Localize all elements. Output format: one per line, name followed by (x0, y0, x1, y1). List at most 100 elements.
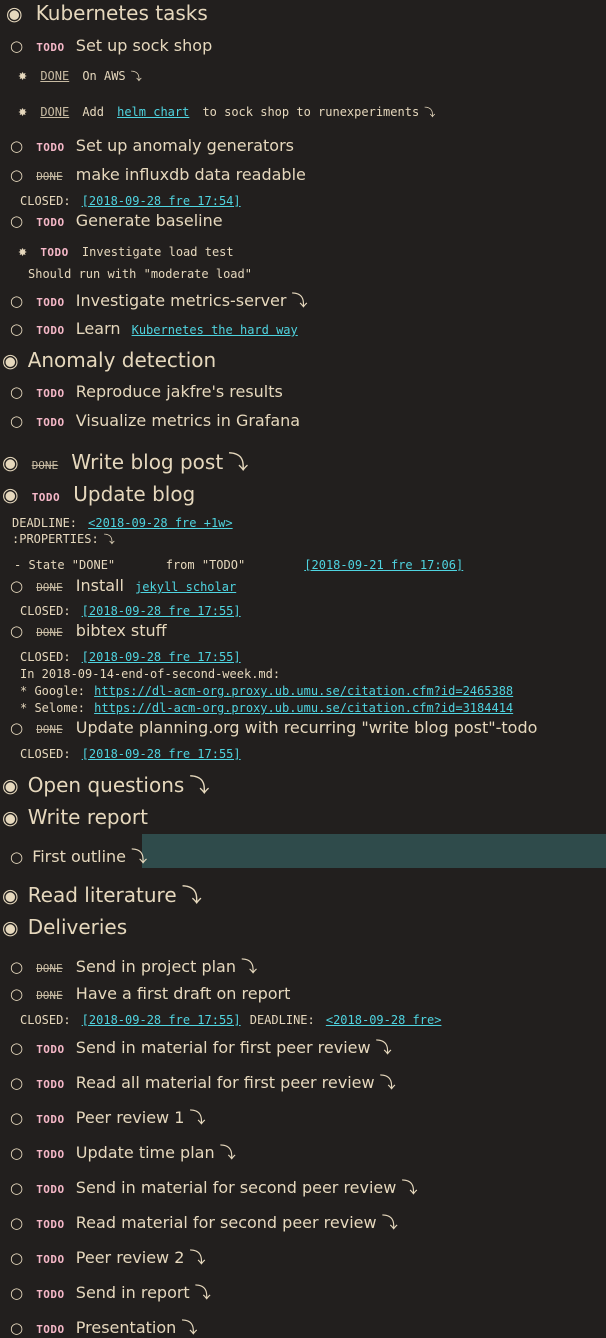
circle-bullet-icon: ○ (10, 1144, 24, 1162)
star-bullet-icon: ✸ (18, 70, 28, 83)
task-reproduce[interactable]: ○ TODO Reproduce jakfre's results (10, 382, 606, 401)
delivery-task[interactable]: ○ TODO Peer review 1 ⤵ (10, 1104, 606, 1128)
heading-kubernetes-tasks[interactable]: ◉ Kubernetes tasks (6, 1, 606, 25)
heading-update-blog[interactable]: ◉ TODO Update blog (2, 482, 606, 506)
fold-arrow-icon[interactable]: ⤵ (189, 1248, 205, 1267)
deadline-timestamp[interactable]: <2018-09-28 fre> (326, 1013, 442, 1027)
closed-timestamp[interactable]: [2018-09-28 fre 17:55] (82, 1013, 241, 1027)
circle-bullet-icon: ○ (10, 1319, 24, 1337)
heading-anomaly-detection[interactable]: ◉ Anomaly detection (2, 348, 606, 372)
task-on-aws[interactable]: ✸ DONE On AWS ⤵ (18, 65, 606, 84)
task-title-prefix: Add (82, 105, 104, 119)
task-title: Peer review 2 (75, 1248, 185, 1267)
closed-label: CLOSED: (20, 747, 71, 761)
fold-arrow-icon[interactable]: ⤵ (292, 291, 308, 310)
fold-arrow-icon[interactable]: ⤵ (131, 847, 147, 866)
todo-keyword: TODO (36, 1183, 65, 1196)
kubernetes-hard-way-link[interactable]: Kubernetes the hard way (132, 323, 298, 337)
circle-bullet-icon: ○ (10, 719, 24, 737)
heading-write-report[interactable]: ◉ Write report (2, 805, 606, 829)
task-load-test[interactable]: ✸ TODO Investigate load test (18, 241, 606, 260)
delivery-task[interactable]: ○ TODO Read all material for first peer … (10, 1069, 606, 1093)
fold-arrow-icon[interactable]: ⤵ (424, 106, 435, 119)
fold-arrow-icon[interactable]: ⤵ (380, 1073, 396, 1092)
fold-arrow-icon[interactable]: ⤵ (241, 957, 257, 976)
delivery-task[interactable]: ○ TODO Send in material for second peer … (10, 1174, 606, 1198)
task-title: Install (75, 576, 124, 595)
properties-label: :PROPERTIES: (12, 532, 99, 546)
fold-arrow-icon[interactable]: ⤵ (181, 1318, 197, 1337)
closed-label: CLOSED: (20, 1013, 71, 1027)
jekyll-scholar-link[interactable]: jekyll scholar (135, 580, 236, 594)
helm-chart-link[interactable]: helm chart (117, 105, 189, 119)
circle-bullet-icon: ○ (10, 1284, 24, 1302)
task-learn[interactable]: ○ TODO Learn Kubernetes the hard way (10, 319, 606, 338)
task-baseline[interactable]: ○ TODO Generate baseline (10, 211, 606, 230)
state-timestamp[interactable]: [2018-09-21 fre 17:06] (304, 558, 463, 572)
fold-arrow-icon[interactable]: ⤵ (382, 1213, 398, 1232)
heading-write-blog-post[interactable]: ◉ DONE Write blog post ⤵ (2, 446, 606, 475)
done-keyword: DONE (40, 105, 70, 119)
task-visualize[interactable]: ○ TODO Visualize metrics in Grafana (10, 411, 606, 430)
heading-title: Write report (27, 805, 148, 829)
done-keyword: DONE (31, 459, 59, 472)
delivery-task[interactable]: ○ TODO Presentation ⤵ (10, 1314, 606, 1338)
fold-arrow-icon[interactable]: ⤵ (104, 533, 115, 546)
delivery-task[interactable]: ○ TODO Send in report ⤵ (10, 1279, 606, 1303)
task-first-outline[interactable]: ○ First outline ⤵ (10, 843, 606, 867)
task-title: Investigate load test (81, 245, 234, 259)
closed-timestamp[interactable]: [2018-09-28 fre 17:54] (82, 194, 241, 208)
task-title: Investigate metrics-server (75, 291, 287, 310)
task-planning[interactable]: ○ DONE Update planning.org with recurrin… (10, 718, 606, 737)
closed-timestamp[interactable]: [2018-09-28 fre 17:55] (82, 747, 241, 761)
fold-arrow-icon[interactable]: ⤵ (182, 883, 202, 907)
fold-arrow-icon[interactable]: ⤵ (131, 70, 142, 83)
task-sock-shop[interactable]: ○ TODO Set up sock shop (10, 36, 606, 55)
delivery-task[interactable]: ○ TODO Peer review 2 ⤵ (10, 1244, 606, 1268)
delivery-task[interactable]: ○ TODO Send in material for first peer r… (10, 1034, 606, 1058)
heading-title: Read literature (27, 883, 177, 907)
todo-keyword: TODO (36, 1253, 65, 1266)
closed-timestamp[interactable]: [2018-09-28 fre 17:55] (82, 604, 241, 618)
task-first-draft[interactable]: ○ DONE Have a first draft on report (10, 984, 606, 1003)
task-title: Reproduce jakfre's results (75, 382, 283, 401)
circle-bullet-icon: ○ (10, 848, 24, 866)
fold-arrow-icon[interactable]: ⤵ (220, 1143, 236, 1162)
properties-drawer[interactable]: :PROPERTIES: ⤵ (12, 528, 606, 547)
closed-timestamp[interactable]: [2018-09-28 fre 17:55] (82, 650, 241, 664)
done-keyword: DONE (40, 69, 70, 83)
heading-read-literature[interactable]: ◉ Read literature ⤵ (2, 879, 606, 908)
task-title: Visualize metrics in Grafana (75, 411, 301, 430)
todo-keyword: TODO (31, 491, 61, 504)
task-influxdb[interactable]: ○ DONE make influxdb data readable (10, 165, 606, 184)
task-helm-chart[interactable]: ✸ DONE Add helm chart to sock shop to ru… (18, 101, 606, 120)
google-citation-link[interactable]: https://dl-acm-org.proxy.ub.umu.se/citat… (94, 684, 513, 698)
todo-keyword: TODO (36, 41, 65, 54)
task-title: Presentation (75, 1318, 177, 1337)
selome-label: * Selome: (20, 701, 86, 715)
delivery-task[interactable]: ○ TODO Update time plan ⤵ (10, 1139, 606, 1163)
fold-arrow-icon[interactable]: ⤵ (376, 1038, 392, 1057)
closed-deadline-line: CLOSED: [2018-09-28 fre 17:55] DEADLINE:… (20, 1009, 606, 1028)
circle-bullet-icon: ○ (10, 292, 24, 310)
delivery-task[interactable]: ○ TODO Read material for second peer rev… (10, 1209, 606, 1233)
task-anomaly-generators[interactable]: ○ TODO Set up anomaly generators (10, 136, 606, 155)
fold-arrow-icon[interactable]: ⤵ (189, 1108, 205, 1127)
heading-deliveries[interactable]: ◉ Deliveries (2, 915, 606, 939)
heading-open-questions[interactable]: ◉ Open questions ⤵ (2, 769, 606, 798)
fold-arrow-icon[interactable]: ⤵ (195, 1283, 211, 1302)
task-install[interactable]: ○ DONE Install jekyll scholar (10, 576, 606, 595)
google-label: * Google: (20, 684, 86, 698)
fold-arrow-icon[interactable]: ⤵ (228, 450, 248, 474)
task-bibtex[interactable]: ○ DONE bibtex stuff (10, 621, 606, 640)
todo-keyword: TODO (36, 324, 65, 337)
todo-keyword: TODO (36, 416, 65, 429)
todo-keyword: TODO (36, 1218, 65, 1231)
task-title: Send in material for first peer review (75, 1038, 371, 1057)
fold-arrow-icon[interactable]: ⤵ (189, 773, 209, 797)
task-metrics-server[interactable]: ○ TODO Investigate metrics-server ⤵ (10, 287, 606, 311)
todo-keyword: TODO (36, 296, 65, 309)
selome-citation-link[interactable]: https://dl-acm-org.proxy.ub.umu.se/citat… (94, 701, 513, 715)
fold-arrow-icon[interactable]: ⤵ (401, 1178, 417, 1197)
task-project-plan[interactable]: ○ DONE Send in project plan ⤵ (10, 953, 606, 977)
